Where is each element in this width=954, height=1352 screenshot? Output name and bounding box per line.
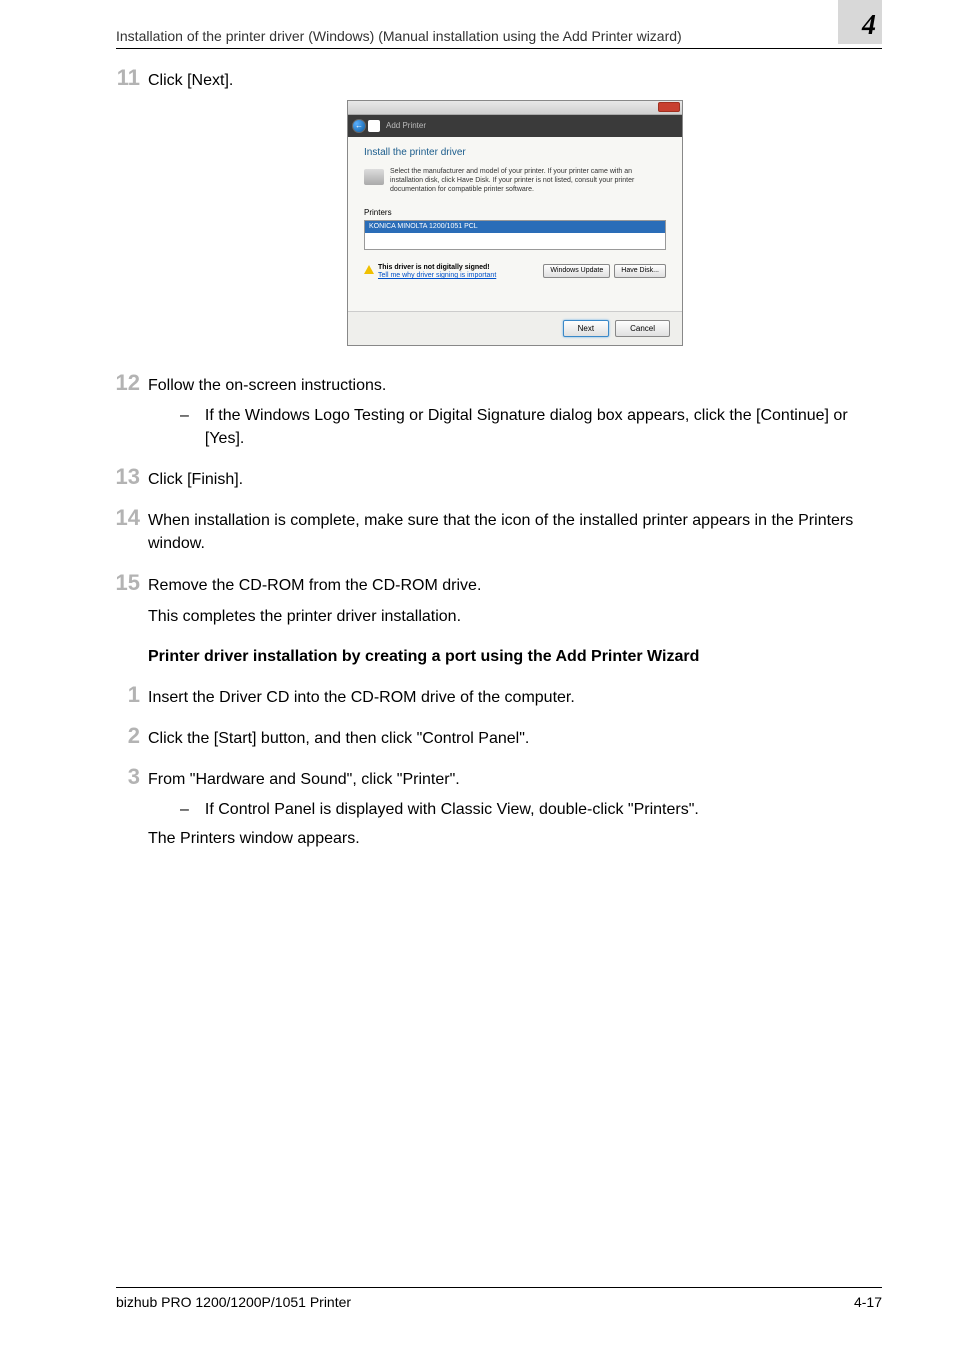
step-text-14: When installation is complete, make sure… [148, 509, 882, 555]
windows-update-button[interactable]: Windows Update [543, 264, 610, 278]
dialog-nav-text: Add Printer [386, 121, 426, 131]
close-icon[interactable] [658, 102, 680, 112]
footer-rule [116, 1287, 882, 1288]
bullet-dash: – [180, 404, 189, 450]
step-number-15: 15 [100, 570, 140, 596]
page-header-title: Installation of the printer driver (Wind… [116, 28, 682, 44]
step2-3-after: The Printers window appears. [148, 827, 882, 850]
step2-number-2: 2 [100, 723, 140, 749]
driver-signing-text: This driver is not digitally signed! Tel… [378, 264, 496, 281]
printer-icon [368, 120, 380, 132]
printers-selected-item[interactable]: KONICA MINOLTA 1200/1051 PCL [365, 221, 665, 233]
have-disk-button[interactable]: Have Disk... [614, 264, 666, 278]
step2-number-1: 1 [100, 682, 140, 708]
step-number-14: 14 [100, 505, 140, 531]
printer-large-icon [364, 169, 384, 185]
step-12-sub: If the Windows Logo Testing or Digital S… [205, 404, 882, 450]
dialog-titlebar [348, 101, 682, 115]
dialog-nav: ← Add Printer [348, 115, 682, 137]
back-icon[interactable]: ← [352, 119, 366, 133]
next-button[interactable]: Next [563, 320, 609, 338]
step2-text-1: Insert the Driver CD into the CD-ROM dri… [148, 686, 882, 709]
footer-product: bizhub PRO 1200/1200P/1051 Printer [116, 1294, 351, 1310]
step2-3-sub: If Control Panel is displayed with Class… [205, 798, 699, 821]
step-text-12: Follow the on-screen instructions. [148, 374, 882, 397]
step-number-12: 12 [100, 370, 140, 396]
dialog-heading: Install the printer driver [364, 147, 666, 159]
warning-icon [364, 265, 374, 274]
step2-number-3: 3 [100, 764, 140, 790]
printers-label: Printers [364, 208, 666, 218]
cancel-button[interactable]: Cancel [615, 320, 670, 338]
step-text-15: Remove the CD-ROM from the CD-ROM drive. [148, 574, 882, 597]
footer-page-number: 4-17 [854, 1294, 882, 1310]
bullet-dash: – [180, 798, 189, 821]
chapter-number: 4 [862, 10, 876, 42]
step-15-extra: This completes the printer driver instal… [148, 605, 882, 628]
step-number-11: 11 [100, 65, 140, 91]
add-printer-dialog: ← Add Printer Install the printer driver… [347, 100, 683, 346]
printers-listbox[interactable]: KONICA MINOLTA 1200/1051 PCL [364, 220, 666, 250]
step2-text-3: From "Hardware and Sound", click "Printe… [148, 768, 882, 791]
step2-text-2: Click the [Start] button, and then click… [148, 727, 882, 750]
step-number-13: 13 [100, 464, 140, 490]
section-title: Printer driver installation by creating … [148, 648, 882, 666]
dialog-description: Select the manufacturer and model of you… [390, 167, 666, 194]
signing-link[interactable]: Tell me why driver signing is important [378, 272, 496, 279]
step-text-11: Click [Next]. [148, 69, 882, 92]
chapter-number-box: 4 [838, 0, 882, 44]
step-text-13: Click [Finish]. [148, 468, 882, 491]
